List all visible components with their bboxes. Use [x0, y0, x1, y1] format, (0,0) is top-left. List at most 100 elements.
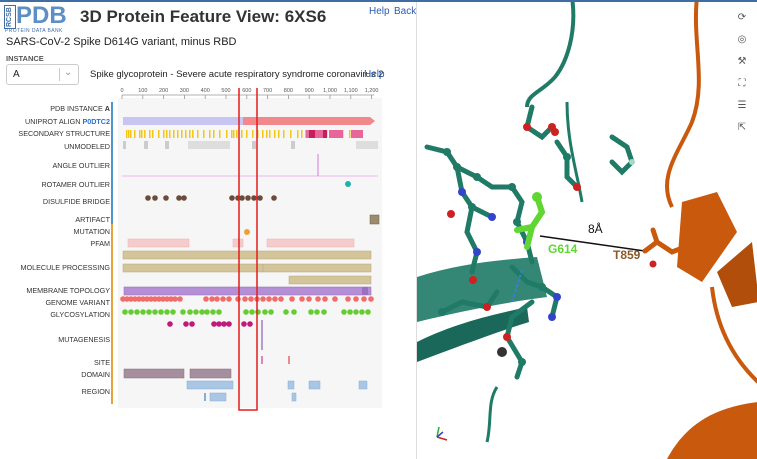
strand-mark[interactable]: [219, 130, 221, 138]
glycosylation-mark[interactable]: [128, 309, 134, 315]
glycosylation-mark[interactable]: [164, 309, 170, 315]
genome-variant-mark[interactable]: [220, 296, 226, 302]
mutagenesis-mark[interactable]: [167, 321, 173, 327]
strand-mark[interactable]: [134, 130, 136, 138]
region-feature[interactable]: [204, 393, 206, 401]
strand-mark[interactable]: [177, 130, 179, 138]
strand-mark[interactable]: [173, 130, 175, 138]
strand-mark[interactable]: [185, 130, 187, 138]
glycosylation-mark[interactable]: [122, 309, 128, 315]
strand-mark[interactable]: [197, 130, 199, 138]
strand-mark[interactable]: [297, 130, 299, 138]
glycosylation-mark[interactable]: [170, 309, 176, 315]
genome-variant-mark[interactable]: [278, 296, 284, 302]
helix-mark[interactable]: [329, 130, 343, 138]
instance-help-link[interactable]: Help: [364, 69, 385, 80]
strand-mark[interactable]: [266, 130, 268, 138]
pfam-domain[interactable]: [127, 238, 190, 248]
glycosylation-mark[interactable]: [199, 309, 205, 315]
genome-variant-mark[interactable]: [177, 296, 183, 302]
unmodeled-segment[interactable]: [291, 141, 295, 149]
molecule-canvas[interactable]: [417, 2, 757, 459]
strand-mark[interactable]: [169, 130, 171, 138]
chain-feature[interactable]: [262, 263, 372, 273]
helix-mark[interactable]: [323, 130, 327, 138]
strand-mark[interactable]: [274, 130, 276, 138]
glycosylation-mark[interactable]: [249, 309, 255, 315]
expand-icon[interactable]: ⛶: [734, 76, 750, 92]
glycosylation-mark[interactable]: [283, 309, 289, 315]
genome-variant-mark[interactable]: [345, 296, 351, 302]
pfam-track[interactable]: [127, 238, 355, 248]
domain-track[interactable]: [123, 368, 232, 379]
glycosylation-mark[interactable]: [158, 309, 164, 315]
disulfide-mark[interactable]: [257, 195, 263, 201]
genome-variant-mark[interactable]: [299, 296, 305, 302]
strand-mark[interactable]: [269, 130, 271, 138]
strand-mark[interactable]: [152, 130, 154, 138]
disulfide-mark[interactable]: [251, 195, 257, 201]
glycosylation-mark[interactable]: [204, 309, 210, 315]
strand-mark[interactable]: [126, 130, 128, 138]
topology-transmembrane[interactable]: [362, 287, 368, 295]
strand-mark[interactable]: [246, 130, 248, 138]
strand-mark[interactable]: [226, 130, 228, 138]
glycosylation-mark[interactable]: [341, 309, 347, 315]
strand-mark[interactable]: [213, 130, 215, 138]
strand-mark[interactable]: [158, 130, 160, 138]
strand-mark[interactable]: [231, 130, 233, 138]
glycosylation-mark[interactable]: [180, 309, 186, 315]
helix-mark[interactable]: [351, 130, 363, 138]
glycosylation-mark[interactable]: [146, 309, 152, 315]
back-link[interactable]: Back: [394, 6, 416, 17]
strand-mark[interactable]: [278, 130, 280, 138]
genome-variant-mark[interactable]: [214, 296, 220, 302]
genome-variant-mark[interactable]: [315, 296, 321, 302]
disulfide-mark[interactable]: [245, 195, 251, 201]
disulfide-mark[interactable]: [229, 195, 235, 201]
unmodeled-segment[interactable]: [188, 141, 230, 149]
mutagenesis-mark[interactable]: [221, 321, 227, 327]
mutagenesis-mark[interactable]: [211, 321, 217, 327]
strand-mark[interactable]: [203, 130, 205, 138]
genome-variant-mark[interactable]: [361, 296, 367, 302]
strand-mark[interactable]: [283, 130, 285, 138]
disulfide-mark[interactable]: [181, 195, 187, 201]
genome-variant-mark[interactable]: [368, 296, 374, 302]
genome-variant-mark[interactable]: [266, 296, 272, 302]
genome-variant-mark[interactable]: [322, 296, 328, 302]
wrench-icon[interactable]: ⚒: [734, 54, 750, 70]
glycosylation-mark[interactable]: [255, 309, 261, 315]
target-icon[interactable]: ◎: [734, 32, 750, 48]
mutagenesis-mark[interactable]: [241, 321, 247, 327]
strand-mark[interactable]: [241, 130, 243, 138]
disulfide-mark[interactable]: [271, 195, 277, 201]
pfam-domain[interactable]: [232, 238, 244, 248]
region-feature[interactable]: [209, 392, 227, 402]
unmodeled-segment[interactable]: [144, 141, 148, 149]
glycosylation-mark[interactable]: [268, 309, 274, 315]
genome-variant-mark[interactable]: [272, 296, 278, 302]
strand-mark[interactable]: [301, 130, 303, 138]
mutagenesis-mark[interactable]: [216, 321, 222, 327]
helix-mark[interactable]: [309, 130, 315, 138]
genome-variant-mark[interactable]: [332, 296, 338, 302]
unmodeled-segment[interactable]: [252, 141, 256, 149]
mutagenesis-mark[interactable]: [247, 321, 253, 327]
chain-feature[interactable]: [122, 263, 264, 273]
genome-variant-mark[interactable]: [235, 296, 241, 302]
glycosylation-mark[interactable]: [216, 309, 222, 315]
molecular-viewer[interactable]: G614 T859 8Å ⟳ ◎ ⚒ ⛶ ☰ ⇱: [416, 2, 757, 459]
genome-variant-mark[interactable]: [172, 296, 178, 302]
glycosylation-mark[interactable]: [314, 309, 320, 315]
glycosylation-mark[interactable]: [347, 309, 353, 315]
genome-variant-mark[interactable]: [242, 296, 248, 302]
strand-mark[interactable]: [149, 130, 151, 138]
genome-variant-mark[interactable]: [260, 296, 266, 302]
genome-variant-mark[interactable]: [289, 296, 295, 302]
genome-variant-mark[interactable]: [226, 296, 232, 302]
disulfide-mark[interactable]: [163, 195, 169, 201]
glycosylation-mark[interactable]: [291, 309, 297, 315]
glycosylation-mark[interactable]: [193, 309, 199, 315]
genome-variant-mark[interactable]: [209, 296, 215, 302]
